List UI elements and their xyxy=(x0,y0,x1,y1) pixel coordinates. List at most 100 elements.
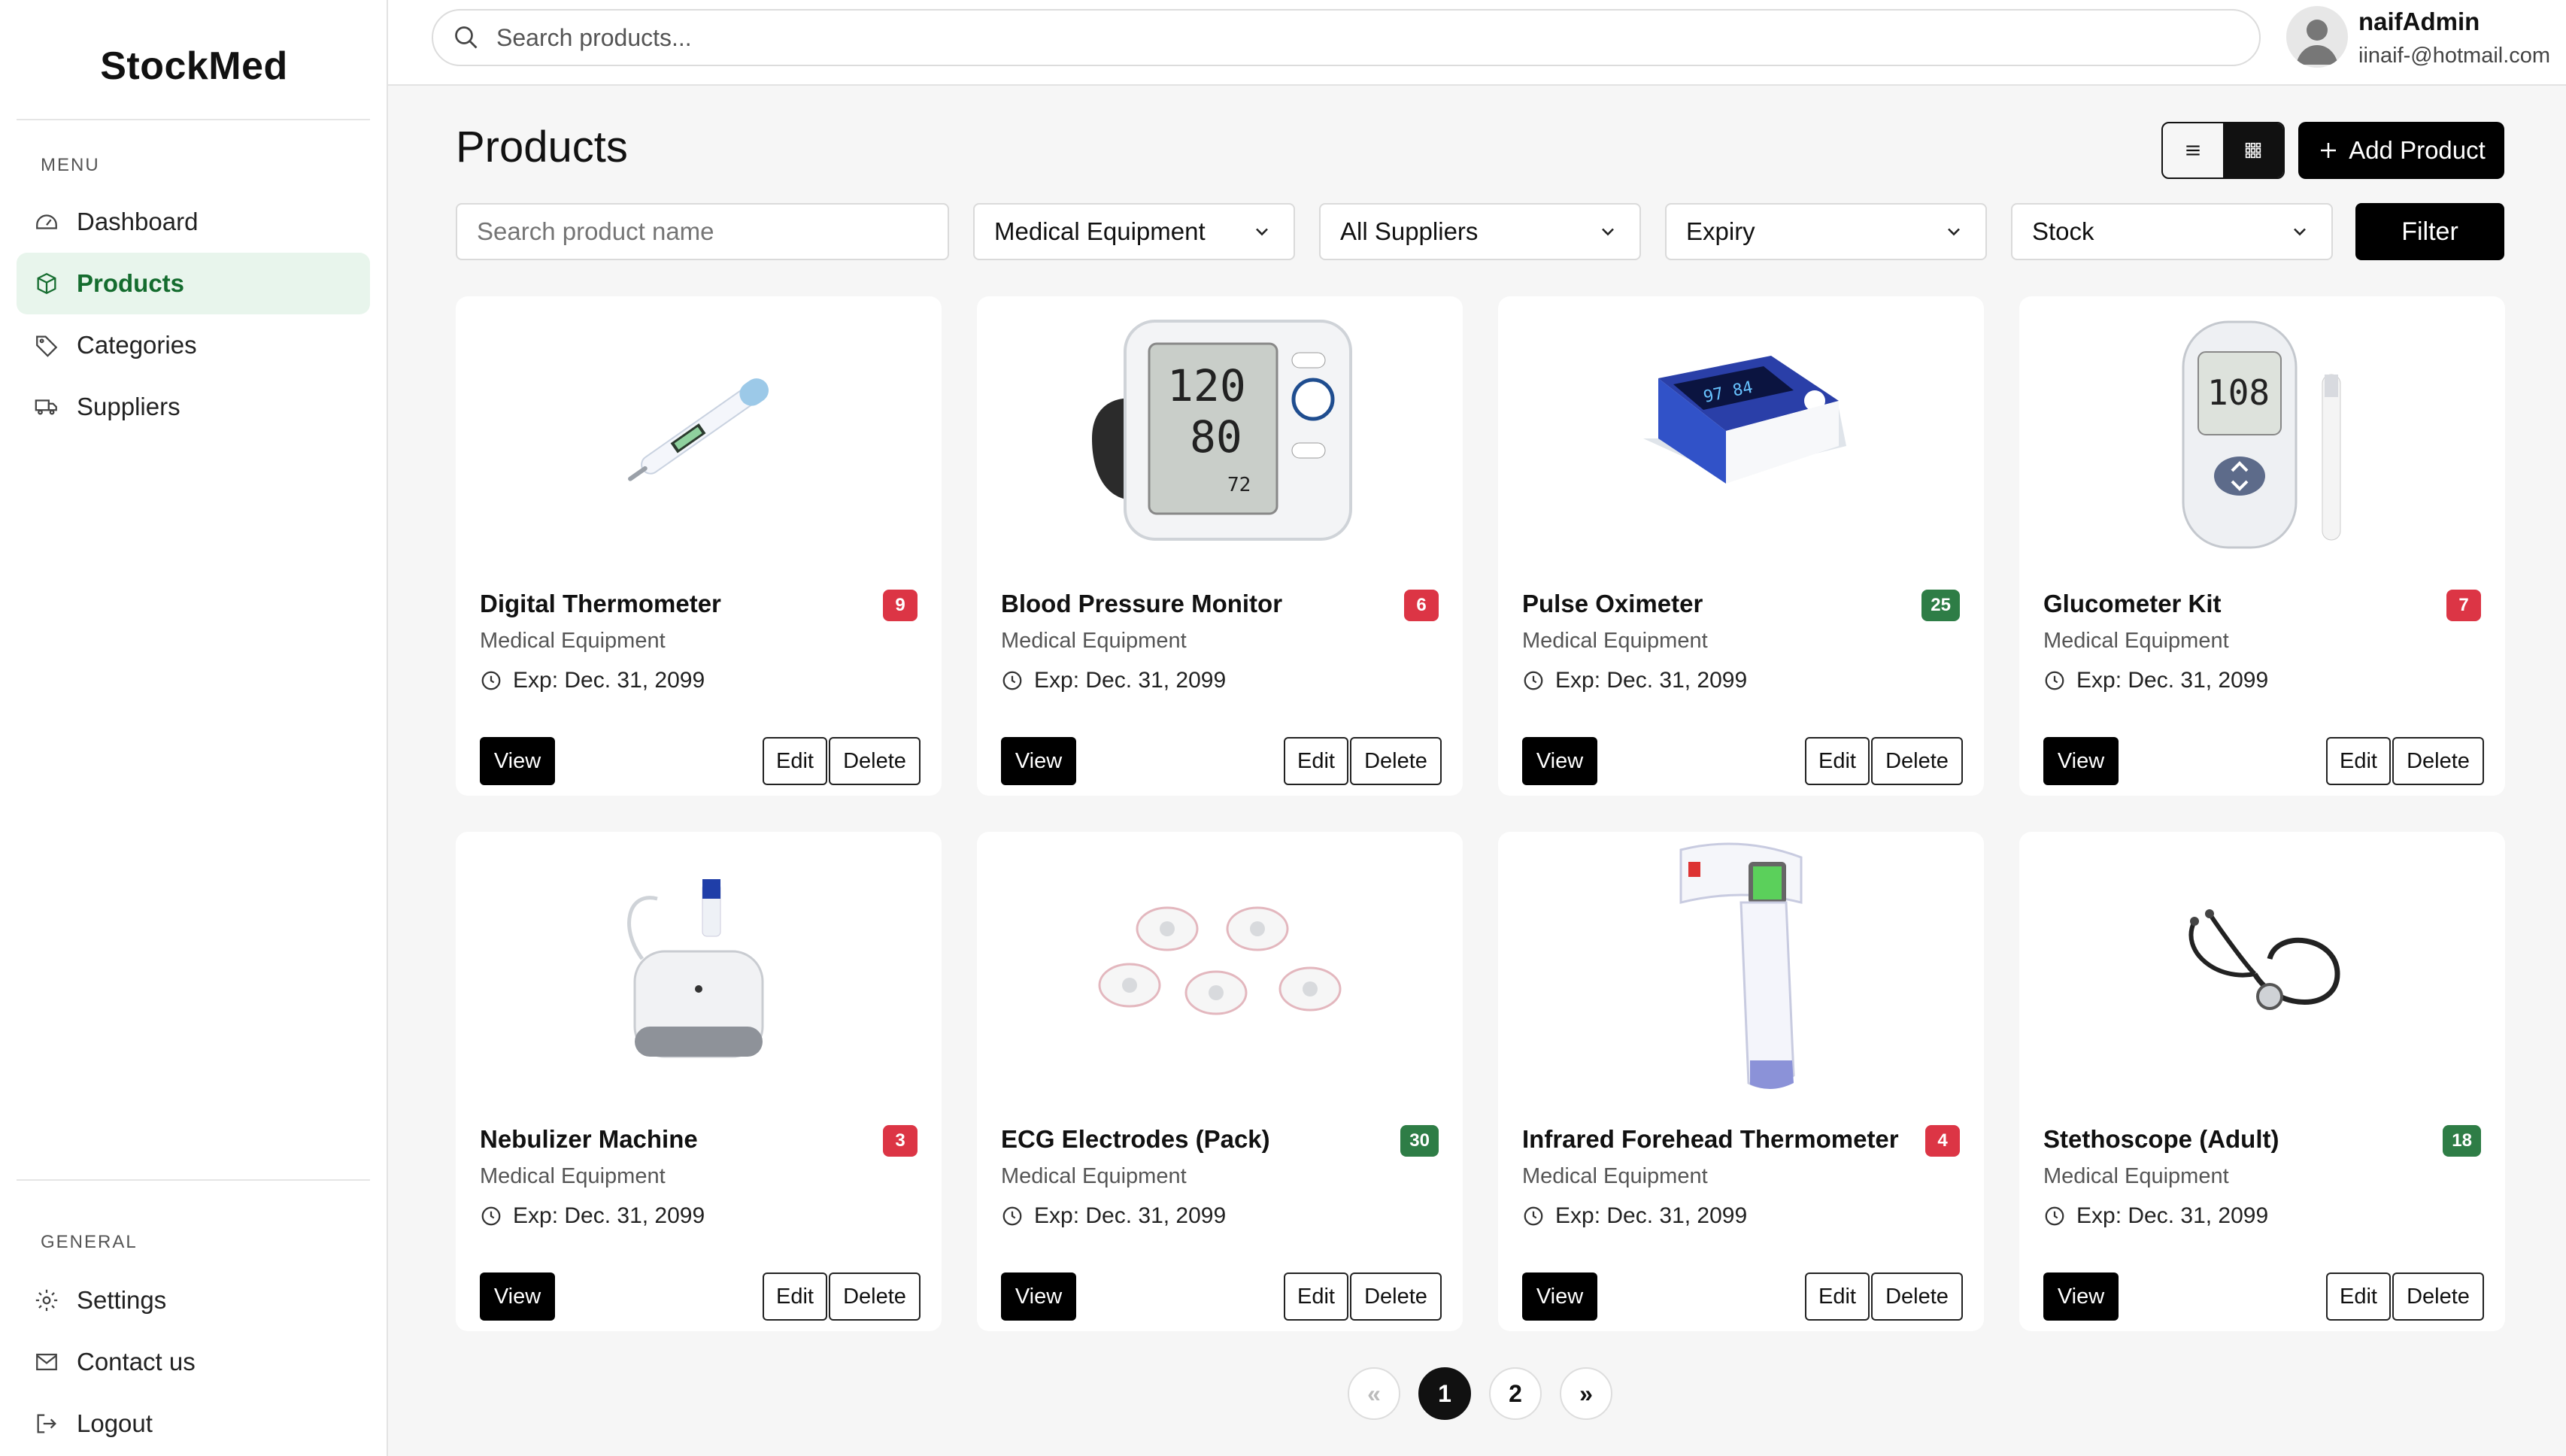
list-icon xyxy=(2186,145,2200,156)
view-button[interactable]: View xyxy=(480,737,555,785)
product-category: Medical Equipment xyxy=(1522,629,1708,653)
svg-text:120: 120 xyxy=(1167,360,1246,411)
product-name: Stethoscope (Adult) xyxy=(2043,1125,2279,1153)
edit-button[interactable]: Edit xyxy=(763,1272,827,1321)
sidebar-item-settings[interactable]: Settings xyxy=(17,1269,370,1331)
product-card: 120 80 72 Blood Pressure Monitor 6 Medical Eq… xyxy=(977,296,1463,796)
view-button[interactable]: View xyxy=(1001,737,1076,785)
svg-text:72: 72 xyxy=(1227,474,1251,496)
category-select[interactable]: Medical Equipment xyxy=(973,203,1295,260)
pagination-page-1[interactable]: 1 xyxy=(1418,1367,1471,1420)
view-button[interactable]: View xyxy=(2043,1272,2119,1321)
svg-text:80: 80 xyxy=(1190,411,1242,463)
edit-button[interactable]: Edit xyxy=(1805,737,1870,785)
product-image: 120 80 72 xyxy=(977,307,1463,555)
product-image xyxy=(1498,842,1984,1090)
delete-button[interactable]: Delete xyxy=(829,1272,921,1321)
truck-icon xyxy=(33,393,60,420)
view-button[interactable]: View xyxy=(480,1272,555,1321)
product-image xyxy=(456,307,942,555)
search-icon xyxy=(455,26,478,49)
chevron-down-icon xyxy=(1256,228,1268,236)
view-button[interactable]: View xyxy=(1001,1272,1076,1321)
avatar[interactable] xyxy=(2286,6,2348,68)
sidebar-item-contact[interactable]: Contact us xyxy=(17,1331,370,1393)
sidebar-item-categories[interactable]: Categories xyxy=(17,314,370,376)
edit-button[interactable]: Edit xyxy=(763,737,827,785)
stock-badge: 4 xyxy=(1925,1125,1960,1157)
edit-button[interactable]: Edit xyxy=(2326,737,2391,785)
product-expiry: Exp: Dec. 31, 2099 xyxy=(480,1203,705,1229)
page-title: Products xyxy=(456,123,628,171)
pagination-page-2[interactable]: 2 xyxy=(1489,1367,1542,1420)
edit-button[interactable]: Edit xyxy=(1284,737,1348,785)
view-button[interactable]: View xyxy=(2043,737,2119,785)
delete-button[interactable]: Delete xyxy=(1350,737,1442,785)
product-expiry: Exp: Dec. 31, 2099 xyxy=(1522,668,1747,693)
product-name: Nebulizer Machine xyxy=(480,1125,698,1153)
clock-icon xyxy=(1524,1206,1543,1226)
product-category: Medical Equipment xyxy=(1001,1164,1187,1188)
edit-button[interactable]: Edit xyxy=(2326,1272,2391,1321)
sidebar-item-dashboard[interactable]: Dashboard xyxy=(17,191,370,253)
sidebar-item-label: Settings xyxy=(77,1286,167,1314)
gear-icon xyxy=(33,1287,60,1314)
menu-section-label: MENU xyxy=(41,155,100,175)
delete-button[interactable]: Delete xyxy=(2392,1272,2484,1321)
product-name-filter-input[interactable] xyxy=(456,203,949,260)
stock-select[interactable]: Stock xyxy=(2011,203,2333,260)
list-view-button[interactable] xyxy=(2163,123,2223,177)
sidebar-item-logout[interactable]: Logout xyxy=(17,1393,370,1454)
product-name: Pulse Oximeter xyxy=(1522,590,1703,617)
product-category: Medical Equipment xyxy=(480,629,666,653)
add-product-button[interactable]: Add Product xyxy=(2298,122,2504,179)
dashboard-gauge-icon xyxy=(33,208,60,235)
product-image: 108 xyxy=(2019,307,2505,555)
clock-icon xyxy=(1524,671,1543,690)
grid-icon xyxy=(2245,142,2261,159)
envelope-icon xyxy=(33,1348,60,1376)
product-card: Stethoscope (Adult) 18 Medical Equipment Ex… xyxy=(2019,832,2505,1331)
grid-view-button[interactable] xyxy=(2223,123,2283,177)
brand-logo[interactable]: StockMed xyxy=(0,44,388,89)
product-expiry: Exp: Dec. 31, 2099 xyxy=(2043,1203,2268,1229)
clock-icon xyxy=(481,671,501,690)
pagination-next-button[interactable]: » xyxy=(1560,1367,1612,1420)
supplier-select[interactable]: All Suppliers xyxy=(1319,203,1641,260)
delete-button[interactable]: Delete xyxy=(2392,737,2484,785)
topbar: naifAdmin iinaif-@hotmail.com xyxy=(388,0,2566,86)
stock-badge: 30 xyxy=(1400,1125,1439,1157)
edit-button[interactable]: Edit xyxy=(1284,1272,1348,1321)
stock-badge: 18 xyxy=(2443,1125,2481,1157)
product-name: Infrared Forehead Thermometer xyxy=(1522,1125,1899,1153)
product-card: ECG Electrodes (Pack) 30 Medical Equipment… xyxy=(977,832,1463,1331)
edit-button[interactable]: Edit xyxy=(1805,1272,1870,1321)
clock-icon xyxy=(481,1206,501,1226)
product-image: 97 84 xyxy=(1498,307,1984,555)
filter-button[interactable]: Filter xyxy=(2355,203,2504,260)
delete-button[interactable]: Delete xyxy=(1871,737,1963,785)
sidebar-item-label: Logout xyxy=(77,1409,153,1437)
sidebar-item-label: Contact us xyxy=(77,1348,196,1376)
global-search-input[interactable] xyxy=(495,23,2228,53)
product-category: Medical Equipment xyxy=(480,1164,666,1188)
delete-button[interactable]: Delete xyxy=(1871,1272,1963,1321)
product-category: Medical Equipment xyxy=(2043,629,2229,653)
logout-icon xyxy=(33,1410,60,1437)
view-button[interactable]: View xyxy=(1522,1272,1597,1321)
sidebar-item-products[interactable]: Products xyxy=(17,253,370,314)
sidebar-item-suppliers[interactable]: Suppliers xyxy=(17,376,370,438)
stock-badge: 6 xyxy=(1404,590,1439,621)
sidebar: StockMed MENU Dashboard Products Categor… xyxy=(0,0,388,1456)
delete-button[interactable]: Delete xyxy=(1350,1272,1442,1321)
user-email: iinaif-@hotmail.com xyxy=(2358,44,2551,68)
tag-icon xyxy=(33,332,60,359)
view-button[interactable]: View xyxy=(1522,737,1597,785)
product-name: Digital Thermometer xyxy=(480,590,721,617)
expiry-select[interactable]: Expiry xyxy=(1665,203,1987,260)
product-expiry-text: Exp: Dec. 31, 2099 xyxy=(2076,1203,2269,1228)
pagination-prev-button[interactable]: « xyxy=(1348,1367,1400,1420)
delete-button[interactable]: Delete xyxy=(829,737,921,785)
global-search[interactable] xyxy=(432,9,2261,66)
product-name: ECG Electrodes (Pack) xyxy=(1001,1125,1270,1153)
